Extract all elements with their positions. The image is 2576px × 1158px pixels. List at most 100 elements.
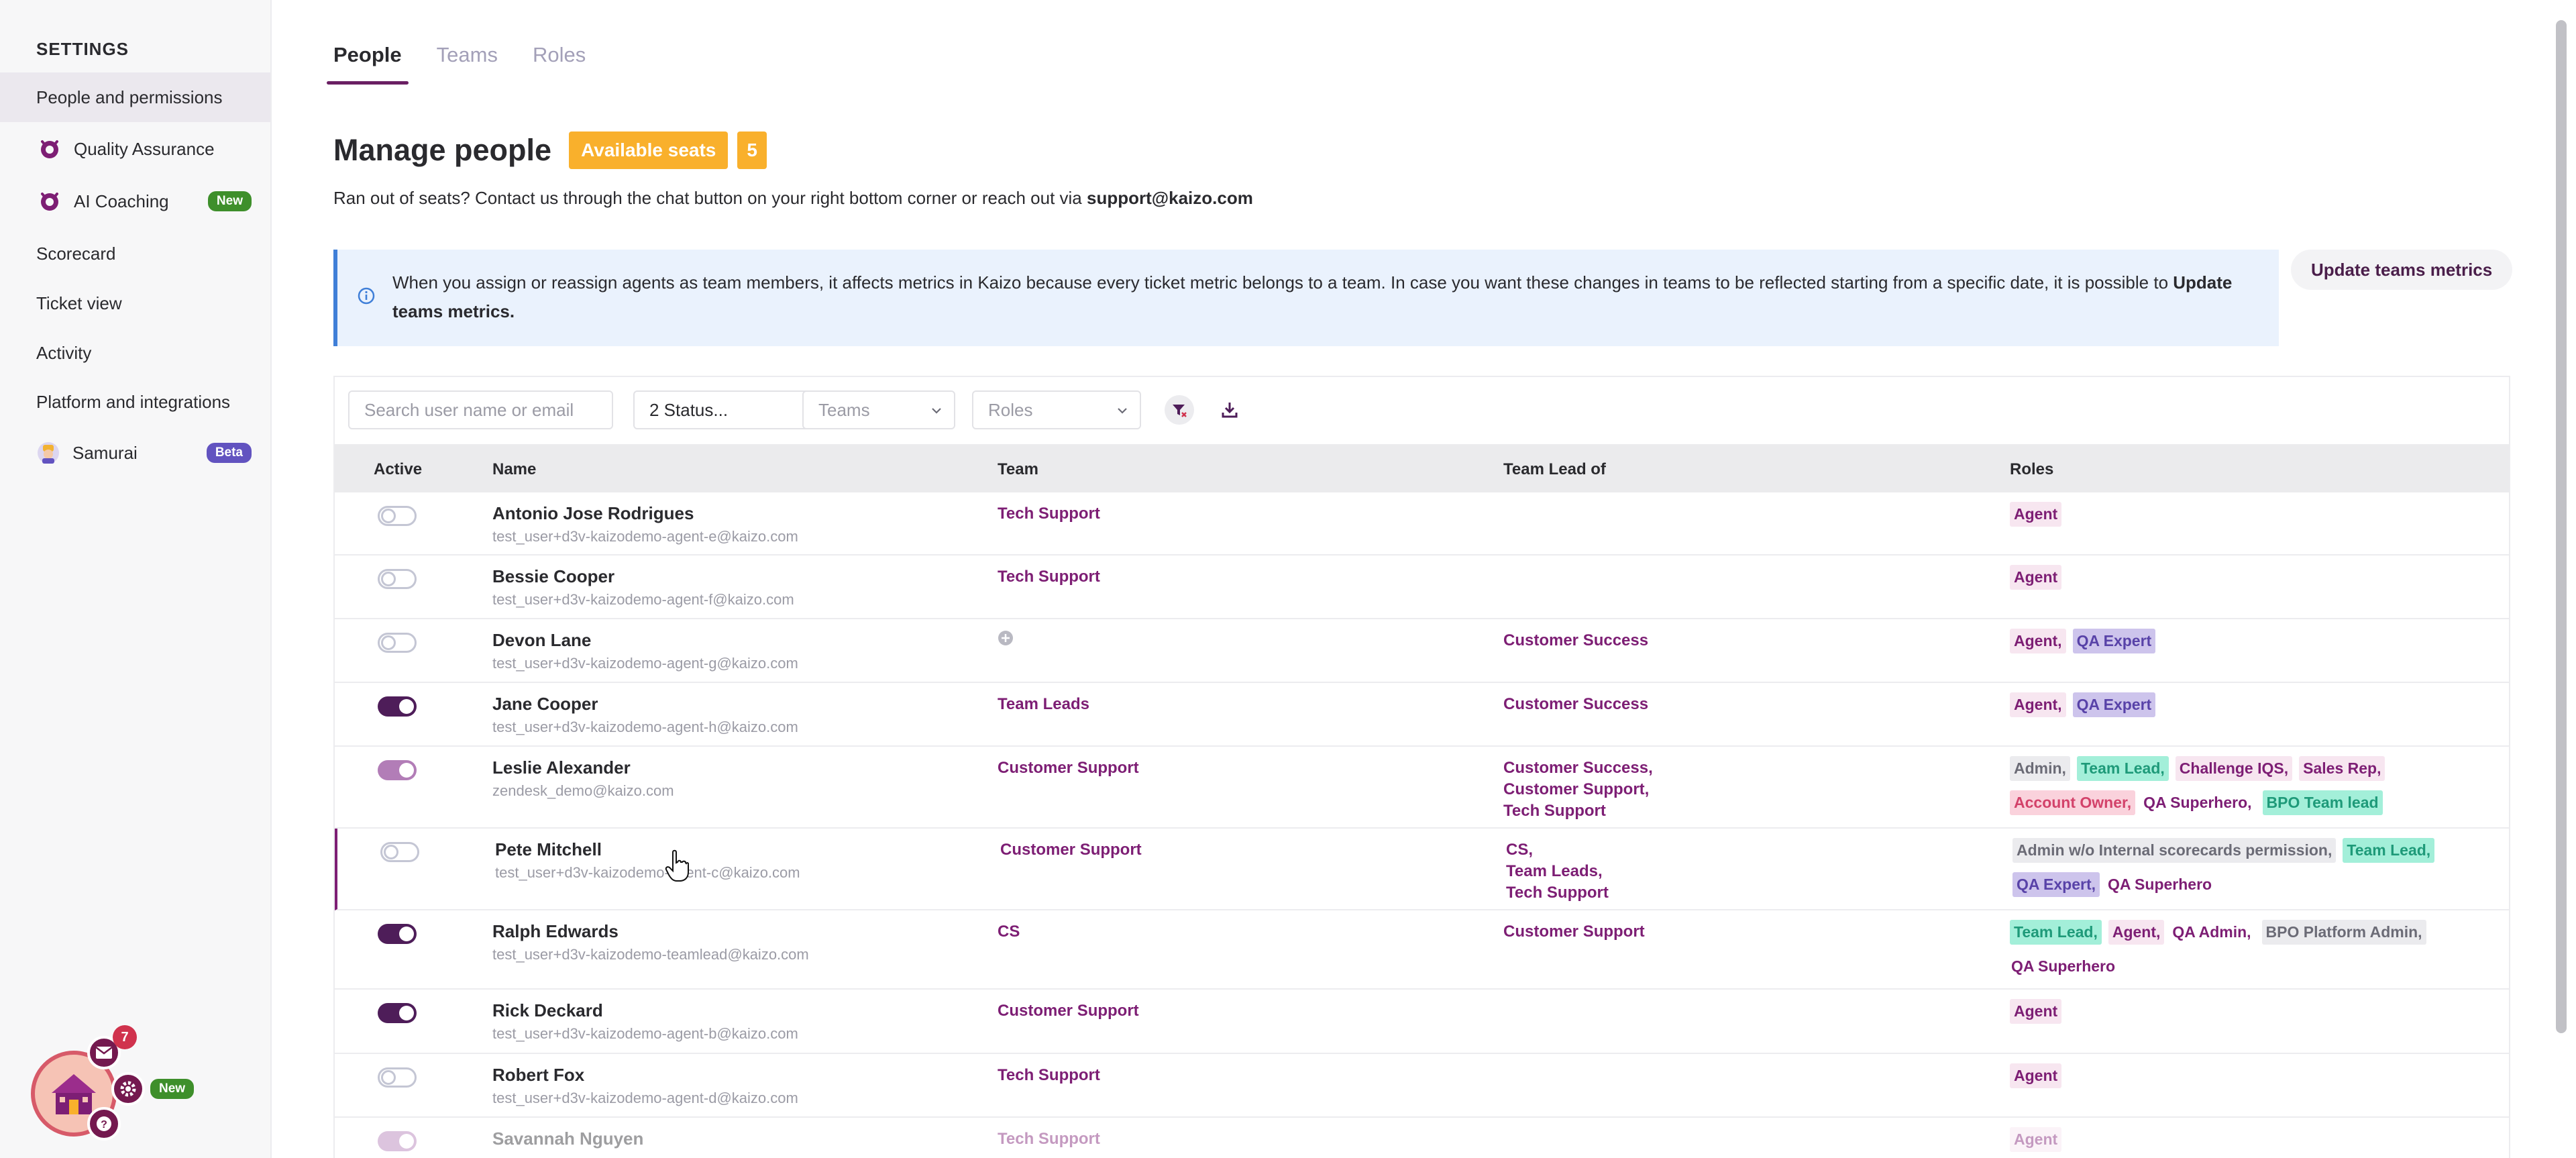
table-row[interactable]: Bessie Cooper test_user+d3v-kaizodemo-age… — [335, 556, 2509, 619]
team-link[interactable]: Customer Support — [998, 1000, 1139, 1022]
roles-select[interactable]: Roles — [972, 390, 1141, 429]
role-chip: QA Admin, — [2172, 923, 2251, 941]
samurai-avatar-icon — [36, 441, 60, 465]
search-input[interactable] — [348, 390, 613, 429]
add-team-icon[interactable] — [998, 630, 1014, 646]
team-link[interactable]: Tech Support — [998, 1128, 1100, 1150]
tab-roles[interactable]: Roles — [533, 43, 586, 85]
column-header-active[interactable]: Active — [374, 460, 422, 479]
table-body: Antonio Jose Rodrigues test_user+d3v-kaiz… — [335, 492, 2509, 1158]
active-toggle[interactable] — [378, 569, 417, 589]
led-team-link[interactable]: Customer Support — [1503, 921, 1645, 943]
column-header-team[interactable]: Team — [998, 460, 1038, 479]
led-team-link[interactable]: CS, — [1506, 839, 1609, 861]
role-chip: QA Superhero — [2108, 876, 2212, 893]
role-chip: BPO Platform Admin, — [2261, 920, 2426, 945]
support-email-link[interactable]: support@kaizo.com — [1087, 188, 1253, 208]
help-button[interactable]: ? — [87, 1107, 121, 1141]
active-toggle[interactable] — [378, 506, 417, 526]
teams-select[interactable]: Teams — [802, 390, 955, 429]
team-link[interactable]: CS — [998, 921, 1020, 943]
sidebar-item-platform-and-integrations[interactable]: Platform and integrations — [0, 377, 270, 427]
team-link[interactable]: Tech Support — [998, 566, 1100, 588]
user-email: test_user+d3v-kaizodemo-agent-h@kaizo.co… — [492, 719, 798, 735]
sidebar-item-ai-coaching[interactable]: AI Coaching New — [0, 176, 270, 226]
led-team-link[interactable]: Team Leads, — [1506, 861, 1609, 882]
sidebar-item-samurai[interactable]: Samurai Beta — [0, 428, 270, 478]
role-chip: QA Expert — [2072, 629, 2156, 653]
team-link[interactable]: Tech Support — [998, 503, 1100, 525]
sidebar-heading: SETTINGS — [36, 39, 129, 59]
table-row[interactable]: Jane Cooper test_user+d3v-kaizodemo-agent… — [335, 683, 2509, 747]
active-toggle[interactable] — [378, 696, 417, 717]
column-header-team-lead-of[interactable]: Team Lead of — [1503, 460, 1606, 479]
page-scrollbar[interactable] — [2556, 20, 2567, 1033]
role-chip: Admin, — [2010, 756, 2070, 781]
sidebar-item-scorecard[interactable]: Scorecard — [0, 229, 270, 278]
table-row[interactable]: Devon Lane test_user+d3v-kaizodemo-agent-… — [335, 619, 2509, 683]
active-toggle[interactable] — [378, 1067, 417, 1088]
team-link[interactable]: Customer Support — [998, 757, 1139, 779]
status-select-value: 2 Status... — [649, 399, 729, 420]
table-row[interactable]: Antonio Jose Rodrigues test_user+d3v-kaiz… — [335, 492, 2509, 556]
sidebar-item-ticket-view[interactable]: Ticket view — [0, 278, 270, 328]
led-team-link[interactable]: Tech Support — [1506, 882, 1609, 904]
active-toggle[interactable] — [378, 924, 417, 944]
user-name[interactable]: Savannah Nguyen — [492, 1128, 643, 1149]
user-name[interactable]: Rick Deckard — [492, 1000, 798, 1021]
role-chip: Agent — [2010, 1127, 2062, 1152]
team-cell: Team Leads — [998, 694, 1089, 715]
user-email: test_user+d3v-kaizodemo-teamlead@kaizo.c… — [492, 946, 809, 963]
user-name[interactable]: Antonio Jose Rodrigues — [492, 503, 798, 524]
download-button[interactable] — [1217, 397, 1242, 423]
table-row[interactable]: Pete Mitchell test_user+d3v-kaizodemo-age… — [335, 829, 2509, 910]
user-name[interactable]: Pete Mitchell — [495, 839, 800, 860]
info-text: When you assign or reassign agents as te… — [392, 272, 2174, 293]
update-teams-metrics-button[interactable]: Update teams metrics — [2291, 250, 2513, 290]
column-header-roles[interactable]: Roles — [2010, 460, 2053, 479]
active-toggle[interactable] — [378, 760, 417, 780]
team-link[interactable]: Tech Support — [998, 1065, 1100, 1086]
table-row[interactable]: Leslie Alexander zendesk_demo@kaizo.com Cu… — [335, 747, 2509, 829]
led-team-link[interactable]: Customer Success — [1503, 630, 1648, 651]
clear-filters-button[interactable] — [1165, 395, 1194, 425]
status-select[interactable]: 2 Status... — [633, 390, 828, 429]
toggle-knob — [399, 763, 414, 778]
roles-cell: Agent — [2010, 502, 2466, 527]
user-name[interactable]: Leslie Alexander — [492, 757, 674, 778]
user-name[interactable]: Ralph Edwards — [492, 921, 809, 942]
user-name[interactable]: Robert Fox — [492, 1065, 798, 1086]
active-toggle[interactable] — [378, 1131, 417, 1151]
active-toggle[interactable] — [378, 633, 417, 653]
beta-badge: Beta — [206, 443, 252, 463]
active-toggle[interactable] — [378, 1003, 417, 1023]
team-link[interactable]: Team Leads — [998, 694, 1089, 715]
sidebar-item-quality-assurance[interactable]: Quality Assurance — [0, 124, 270, 174]
roles-cell: Agent, QA Expert — [2010, 629, 2466, 653]
settings-button[interactable] — [111, 1072, 145, 1106]
led-team-link[interactable]: Customer Success, — [1503, 757, 1653, 779]
toggle-knob — [381, 1070, 396, 1085]
table-row[interactable]: Rick Deckard test_user+d3v-kaizodemo-agen… — [335, 990, 2509, 1054]
tab-teams[interactable]: Teams — [437, 43, 498, 85]
table-row[interactable]: Robert Fox test_user+d3v-kaizodemo-agent-… — [335, 1054, 2509, 1118]
column-header-name[interactable]: Name — [492, 460, 536, 479]
sidebar-item-people-and-permissions[interactable]: People and permissions — [0, 72, 270, 122]
team-lead-of-cell: Customer Support — [1503, 921, 1645, 943]
led-team-link[interactable]: Customer Success — [1503, 694, 1648, 715]
user-name[interactable]: Devon Lane — [492, 630, 798, 651]
table-row[interactable]: Savannah Nguyen Tech Support Agent — [335, 1118, 2509, 1158]
seats-count-badge: 5 — [737, 131, 767, 169]
user-name[interactable]: Jane Cooper — [492, 694, 798, 715]
tab-people[interactable]: People — [327, 43, 409, 85]
role-chip: QA Superhero, — [2143, 794, 2252, 811]
table-row[interactable]: Ralph Edwards test_user+d3v-kaizodemo-tea… — [335, 910, 2509, 990]
user-cell: Robert Fox test_user+d3v-kaizodemo-agent-… — [492, 1065, 798, 1107]
active-toggle[interactable] — [380, 842, 419, 862]
team-link[interactable]: Customer Support — [1000, 839, 1142, 861]
led-team-link[interactable]: Tech Support — [1503, 800, 1653, 822]
role-chip: Account Owner, — [2010, 790, 2136, 815]
sidebar-item-activity[interactable]: Activity — [0, 328, 270, 378]
user-name[interactable]: Bessie Cooper — [492, 566, 794, 587]
led-team-link[interactable]: Customer Support, — [1503, 779, 1653, 800]
